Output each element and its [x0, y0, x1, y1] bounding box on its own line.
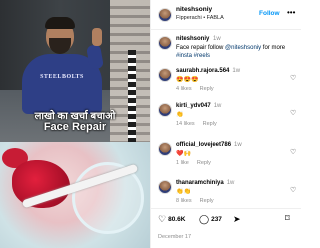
heart-icon[interactable]: ♡: [158, 214, 166, 225]
comment-time: 1w: [213, 103, 222, 109]
comment-text: 😍😍😍: [176, 77, 199, 83]
post-sidebar: niteshsoniy Fipperachi • FABLA Follow ••…: [150, 0, 301, 248]
caption-text: Face repair follow @niteshsoniy for more…: [176, 44, 298, 60]
caption-text-end: for more: [261, 45, 286, 51]
comment-time: 1w: [234, 142, 242, 148]
post-media[interactable]: STEELBOLTS लाखो का खर्चा बचाओ Face Repai…: [0, 0, 150, 248]
comment-item: thanaramchiniya 1w 👏👏 8 likes Reply ♡: [158, 180, 298, 210]
comment-likes[interactable]: 4 likes: [176, 86, 192, 92]
comment-button[interactable]: ◯ 237: [199, 214, 222, 225]
comment-meta: 1 like Reply: [176, 160, 219, 166]
post-actions-bar: ♡ 80.6K ◯ 237 ➤ ⌑ December 17: [151, 208, 301, 248]
comment-likes[interactable]: 8 likes: [176, 198, 192, 204]
header-audio-label[interactable]: Fipperachi • FABLA: [176, 15, 224, 21]
more-icon[interactable]: •••: [287, 8, 295, 17]
avatar[interactable]: [158, 180, 172, 194]
comment-meta: 14 likes Reply: [176, 121, 225, 127]
caption-username[interactable]: niteshsoniy 1w: [176, 36, 221, 42]
comment-username[interactable]: saurabh.rajora.564: [176, 68, 229, 74]
share-icon[interactable]: ➤: [233, 214, 241, 225]
follow-button[interactable]: Follow: [259, 10, 280, 17]
comment-username[interactable]: thanaramchiniya: [176, 180, 224, 186]
avatar[interactable]: [158, 103, 172, 117]
avatar[interactable]: [158, 142, 172, 156]
caption-text-start: Face repair follow: [176, 45, 226, 51]
comment-icon[interactable]: ◯: [199, 214, 209, 225]
caption-mention-link[interactable]: @niteshsoniy: [225, 45, 261, 51]
comment-count: 237: [211, 216, 222, 223]
heart-icon[interactable]: ♡: [290, 148, 296, 156]
comment-time: 1w: [232, 68, 241, 74]
comment-time: 1w: [226, 180, 235, 186]
comment-text: 👏: [176, 112, 184, 118]
comment-reply-button[interactable]: Reply: [200, 86, 214, 92]
like-button[interactable]: ♡ 80.6K: [158, 214, 185, 225]
avatar[interactable]: [158, 8, 172, 22]
bookmark-icon[interactable]: ⌑: [285, 213, 290, 224]
comment-header: thanaramchiniya 1w: [176, 180, 234, 186]
video-overlay-title: Face Repair: [43, 121, 107, 133]
post-date: December 17: [158, 234, 192, 240]
video-overlay-hindi: लाखो का खर्चा बचाओ: [34, 111, 116, 122]
hoodie-print: STEELBOLTS: [40, 74, 84, 80]
avatar[interactable]: [158, 68, 172, 82]
comment-reply-button[interactable]: Reply: [200, 198, 214, 204]
comment-header: kirti_ydv047 1w: [176, 103, 221, 109]
comment-likes[interactable]: 14 likes: [176, 121, 195, 127]
person-hand: [92, 28, 102, 46]
header-username[interactable]: niteshsoniy: [176, 6, 212, 13]
comment-header: saurabh.rajora.564 1w: [176, 68, 240, 74]
comment-username[interactable]: official_lovejeet786: [176, 142, 231, 148]
caption-time: 1w: [213, 36, 221, 42]
heart-icon[interactable]: ♡: [290, 74, 296, 82]
comment-meta: 4 likes Reply: [176, 86, 222, 92]
heart-icon[interactable]: ♡: [290, 186, 296, 194]
comment-likes[interactable]: 1 like: [176, 160, 189, 166]
heart-icon[interactable]: ♡: [290, 109, 296, 117]
comment-reply-button[interactable]: Reply: [197, 160, 211, 166]
comment-text: ❤️🙌: [176, 151, 191, 157]
comment-reply-button[interactable]: Reply: [203, 121, 217, 127]
like-count: 80.6K: [168, 216, 186, 223]
comment-text: 👏👏: [176, 189, 191, 195]
comment-header: official_lovejeet786 1w: [176, 142, 242, 148]
comment-item: kirti_ydv047 1w 👏 14 likes Reply ♡: [158, 103, 298, 133]
comment-item: official_lovejeet786 1w ❤️🙌 1 like Reply ♡: [158, 142, 298, 172]
comment-username[interactable]: kirti_ydv047: [176, 103, 211, 109]
comment-meta: 8 likes Reply: [176, 198, 222, 204]
comment-item: saurabh.rajora.564 1w 😍😍😍 4 likes Reply ♡: [158, 68, 298, 98]
person-hair: [45, 17, 75, 29]
post-header: niteshsoniy Fipperachi • FABLA Follow ••…: [151, 0, 301, 30]
share-button[interactable]: ➤: [233, 214, 243, 225]
caption-hashtags[interactable]: #insta #reels: [176, 53, 210, 59]
avatar[interactable]: [158, 36, 172, 50]
caption-username-text[interactable]: niteshsoniy: [176, 36, 209, 42]
